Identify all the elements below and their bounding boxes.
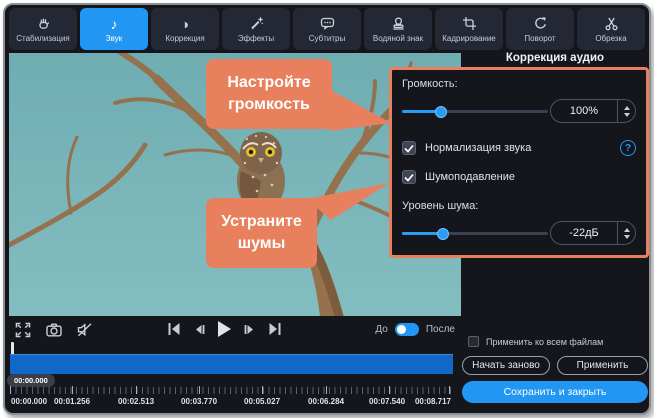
- tab-crop[interactable]: Кадрирование: [435, 8, 503, 50]
- fullscreen-icon[interactable]: [15, 322, 31, 338]
- volume-step-down-icon[interactable]: [624, 113, 630, 117]
- hand-icon: [36, 16, 51, 32]
- volume-slider[interactable]: [402, 104, 548, 118]
- normalize-checkbox[interactable]: [402, 141, 416, 155]
- time-label: 00:01.256: [54, 397, 90, 406]
- music-note-icon: ♪: [111, 16, 118, 32]
- before-after-toggle[interactable]: [395, 323, 419, 336]
- tab-label: Коррекция: [165, 34, 204, 43]
- noise-step-down-icon[interactable]: [624, 235, 630, 239]
- tab-label: Звук: [106, 34, 122, 43]
- tab-rotate[interactable]: Поворот: [506, 8, 574, 50]
- noise-step-up-icon[interactable]: [624, 228, 630, 232]
- tab-sound[interactable]: ♪ Звук: [80, 8, 148, 50]
- normalize-label: Нормализация звука: [425, 142, 531, 154]
- tab-watermark[interactable]: Водяной знак: [364, 8, 432, 50]
- tab-label: Эффекты: [238, 34, 274, 43]
- noise-level-slider-knob[interactable]: [437, 228, 449, 240]
- save-and-close-button[interactable]: Сохранить и закрыть: [462, 381, 648, 403]
- volume-slider-knob[interactable]: [435, 106, 447, 118]
- tab-label: Водяной знак: [373, 34, 423, 43]
- scissors-icon: [604, 16, 619, 32]
- noise-suppression-checkbox[interactable]: [402, 170, 416, 184]
- noise-suppression-label: Шумоподавление: [425, 171, 515, 183]
- tab-correction[interactable]: ◑ Коррекция: [151, 8, 219, 50]
- time-label: 00:06.284: [308, 397, 344, 406]
- tab-label: Обрезка: [595, 34, 626, 43]
- crop-icon: [462, 16, 477, 32]
- noise-level-value[interactable]: -22дБ: [551, 227, 617, 239]
- audio-correction-panel: Громкость: 100% Нормализация звука ?: [389, 67, 649, 258]
- apply-button[interactable]: Применить: [557, 356, 648, 375]
- time-label: 00:07.540: [369, 397, 405, 406]
- snapshot-camera-icon[interactable]: [46, 322, 62, 338]
- tab-subtitles[interactable]: Субтитры: [293, 8, 361, 50]
- next-frame-icon[interactable]: [244, 323, 256, 336]
- noise-level-label: Уровень шума:: [402, 200, 636, 212]
- time-label: 00:02.513: [118, 397, 154, 406]
- reset-button[interactable]: Начать заново: [462, 356, 550, 375]
- callout-adjust-volume: Настройте громкость: [206, 59, 332, 129]
- volume-label: Громкость:: [402, 78, 636, 90]
- play-icon[interactable]: [217, 321, 232, 337]
- apply-all-label: Применить ко всем файлам: [486, 337, 603, 347]
- toolbar: Стабилизация ♪ Звук ◑ Коррекция Эффекты …: [9, 8, 645, 50]
- timeline-ruler[interactable]: [10, 387, 451, 394]
- app-window: Стабилизация ♪ Звук ◑ Коррекция Эффекты …: [3, 3, 651, 415]
- after-label: После: [426, 324, 455, 335]
- tab-stabilization[interactable]: Стабилизация: [9, 8, 77, 50]
- stamp-icon: [391, 16, 406, 32]
- magic-wand-icon: [249, 16, 264, 32]
- previous-frame-icon[interactable]: [193, 323, 205, 336]
- timeline-time-labels: 00:00.000 00:01.256 00:02.513 00:03.770 …: [10, 397, 451, 408]
- time-label: 00:03.770: [181, 397, 217, 406]
- time-label: 00:05.027: [244, 397, 280, 406]
- callout-tail: [329, 85, 393, 131]
- tab-label: Поворот: [524, 34, 555, 43]
- volume-value-field[interactable]: 100%: [550, 99, 636, 123]
- audio-track-bar[interactable]: [10, 354, 453, 374]
- tab-label: Стабилизация: [16, 34, 70, 43]
- apply-all-checkbox[interactable]: [468, 336, 479, 347]
- time-label: 00:08.717: [415, 397, 451, 406]
- transport-bar: До После: [9, 316, 461, 346]
- audio-muted-icon[interactable]: [77, 322, 93, 338]
- callout-remove-noise: Устраните шумы: [206, 198, 317, 268]
- volume-step-up-icon[interactable]: [624, 106, 630, 110]
- position-badge: 00:00.000: [7, 374, 55, 387]
- skip-to-end-icon[interactable]: [268, 322, 282, 336]
- panel-title: Коррекция аудио: [462, 52, 648, 64]
- callout-tail: [307, 183, 391, 221]
- help-icon[interactable]: ?: [620, 140, 636, 156]
- speech-bubble-icon: [320, 16, 335, 32]
- tab-trim[interactable]: Обрезка: [577, 8, 645, 50]
- time-label: 00:00.000: [11, 397, 47, 406]
- skip-to-start-icon[interactable]: [167, 322, 181, 336]
- volume-value[interactable]: 100%: [551, 105, 617, 117]
- tab-label: Кадрирование: [442, 34, 496, 43]
- tab-effects[interactable]: Эффекты: [222, 8, 290, 50]
- before-label: До: [375, 324, 387, 335]
- noise-level-value-field[interactable]: -22дБ: [550, 221, 636, 245]
- noise-level-slider[interactable]: [402, 226, 548, 240]
- tab-label: Субтитры: [309, 34, 345, 43]
- contrast-icon: ◑: [181, 16, 189, 32]
- rotate-icon: [533, 16, 548, 32]
